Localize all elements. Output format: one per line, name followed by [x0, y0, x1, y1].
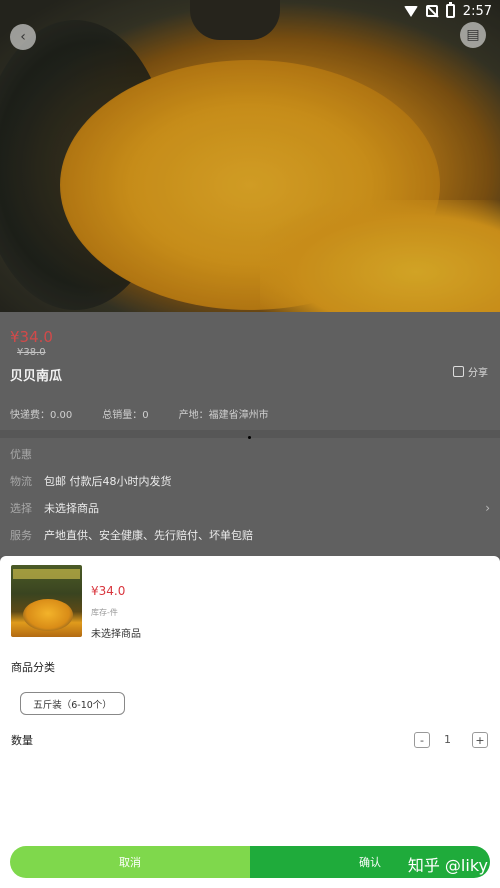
sheet-selection: 未选择商品 [91, 629, 141, 640]
info-row-label: 物流 [10, 475, 32, 488]
cart-button[interactable]: ▤ [460, 22, 486, 48]
info-row-logistics[interactable]: 物流 包邮 付款后48小时内发货 [10, 473, 490, 489]
indicator-dot [248, 436, 251, 439]
chevron-left-icon: ‹ [20, 29, 26, 45]
status-bar: 2:57 [0, 0, 500, 22]
cancel-button[interactable]: 取消 [10, 846, 250, 878]
total-sales: 总销量：0 [102, 410, 149, 421]
status-time: 2:57 [462, 3, 492, 19]
thumbnail-banner [13, 569, 80, 579]
quantity-decrease-button[interactable]: - [414, 732, 430, 748]
overlay-dim [0, 0, 500, 312]
back-button[interactable]: ‹ [10, 24, 36, 50]
sheet-price: ¥34.0 [91, 584, 126, 598]
quantity-label: 数量 [11, 734, 33, 747]
product-image [0, 0, 500, 312]
info-row-value: 未选择商品 [44, 502, 99, 515]
sku-bottom-sheet: ¥34.0 库存-件 未选择商品 商品分类 五斤装（6-10个） 数量 - 1 … [0, 556, 500, 888]
info-row-label: 优惠 [10, 448, 32, 461]
no-signal-icon [425, 5, 438, 17]
quantity-increase-button[interactable]: + [472, 732, 488, 748]
info-row-label: 选择 [10, 502, 32, 515]
product-thumbnail [11, 565, 82, 637]
category-label: 商品分类 [11, 661, 55, 674]
watermark: 知乎 @liky [407, 856, 488, 875]
option-five-jin[interactable]: 五斤装（6-10个） [20, 692, 125, 715]
wifi-icon [403, 5, 418, 17]
product-detail: ¥34.0 ¥38.0 贝贝南瓜 分享 快递费：0.00 总销量：0 产地：福建… [0, 312, 500, 556]
sheet-stock: 库存-件 [91, 608, 118, 617]
share-button[interactable]: 分享 [453, 364, 488, 379]
info-row-label: 服务 [10, 529, 32, 542]
quantity-value: 1 [444, 733, 451, 746]
chevron-right-icon: › [485, 501, 490, 515]
battery-icon [445, 2, 455, 18]
shipping-fee: 快递费：0.00 [10, 410, 73, 421]
info-row-value: 产地直供、安全健康、先行赔付、坏单包赔 [44, 529, 253, 542]
info-row-value: 包邮 付款后48小时内发货 [44, 475, 172, 488]
info-row-select[interactable]: 选择 未选择商品 › [10, 500, 490, 516]
cart-icon: ▤ [466, 27, 480, 43]
product-name: 贝贝南瓜 [10, 369, 63, 384]
original-price: ¥38.0 [17, 347, 46, 358]
info-row-discount[interactable]: 优惠 [10, 446, 490, 462]
share-label: 分享 [468, 368, 488, 379]
product-meta: 快递费：0.00 总销量：0 产地：福建省漳州市 [10, 406, 490, 421]
info-row-service[interactable]: 服务 产地直供、安全健康、先行赔付、坏单包赔 [10, 527, 490, 543]
origin: 产地：福建省漳州市 [178, 410, 269, 421]
product-price: ¥34.0 [10, 328, 53, 346]
thumbnail-pumpkin [23, 599, 73, 631]
share-icon [453, 366, 464, 377]
